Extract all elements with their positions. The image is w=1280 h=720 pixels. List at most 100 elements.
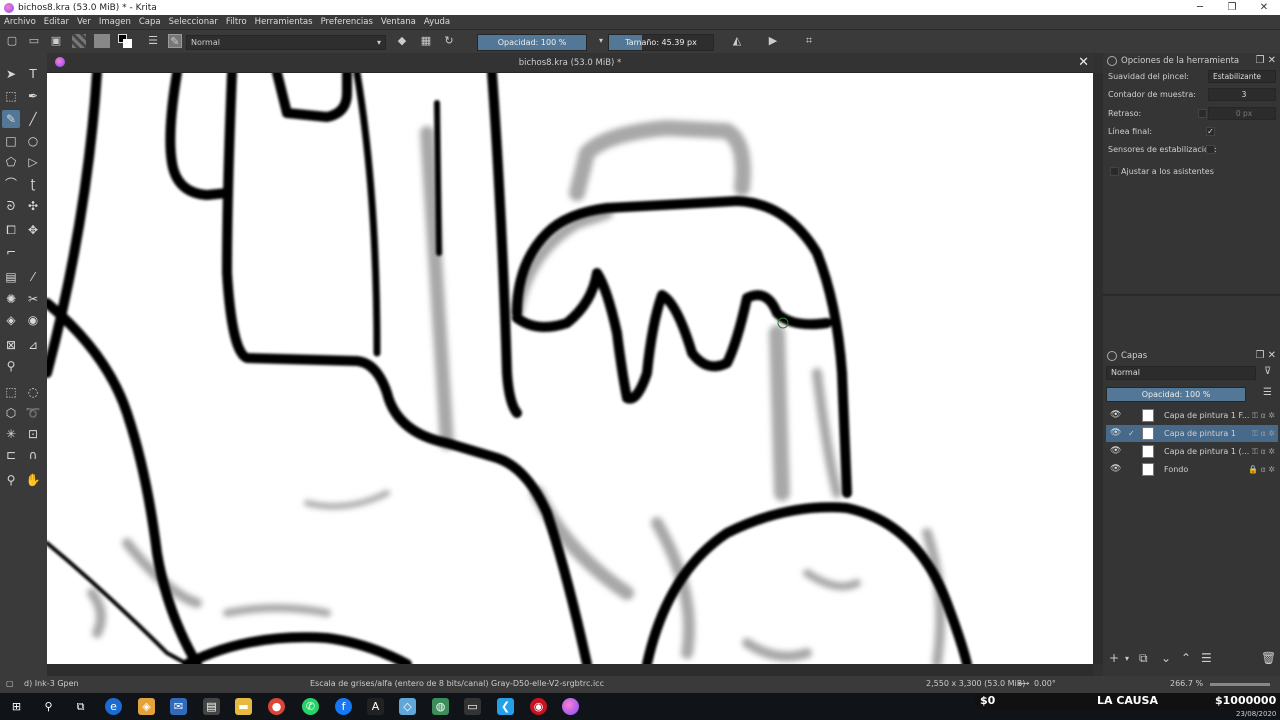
canvas-tab-title[interactable]: bichos8.kra (53.0 MiB) * xyxy=(47,58,1093,68)
ellipse-selection-icon[interactable]: ◌ xyxy=(24,383,42,401)
layer-props-icons[interactable]: ⚿ α ✲ xyxy=(1252,443,1275,460)
layer-props-icons[interactable]: ⚿ α ✲ xyxy=(1252,407,1275,424)
edit-shapes-icon[interactable]: ⬚ xyxy=(2,87,20,105)
status-zoom[interactable]: 266.7 % xyxy=(1170,679,1203,688)
polyline-tool-icon[interactable]: ▷ xyxy=(24,153,42,171)
opacity-slider[interactable]: Opacidad: 100 % xyxy=(477,34,587,51)
smart-patch-icon[interactable]: ✂ xyxy=(24,290,42,308)
affinity-icon[interactable]: A xyxy=(367,698,384,715)
mail-icon[interactable]: ✉ xyxy=(170,698,187,715)
move-tool-icon[interactable]: ✥ xyxy=(24,221,42,239)
reference-images-icon[interactable]: ⚲ xyxy=(2,357,20,375)
mirror-horizontal-icon[interactable]: ◭ xyxy=(730,34,744,48)
fg-bg-color-icon[interactable] xyxy=(118,34,132,48)
color-picker-icon[interactable]: ⁄ xyxy=(24,268,42,286)
layer-row-selected[interactable]: 👁 ✓ Capa de pintura 1 ⚿ α ✲ xyxy=(1106,425,1278,442)
gradient-tool-icon[interactable]: ▤ xyxy=(2,268,20,286)
drawing-canvas[interactable] xyxy=(47,73,1093,664)
chevron-down-icon[interactable]: ▾ xyxy=(594,34,608,48)
assistant-tool-icon[interactable]: ⊠ xyxy=(2,336,20,354)
app-icon[interactable]: ◈ xyxy=(138,698,155,715)
stabilizer-sensors-checkbox[interactable] xyxy=(1206,145,1215,154)
gradient-swatch-icon[interactable] xyxy=(72,34,86,48)
close-document-icon[interactable]: ✕ xyxy=(1078,55,1089,70)
smoothing-select[interactable]: Estabilizante xyxy=(1208,70,1276,83)
finish-line-checkbox[interactable]: ✓ xyxy=(1206,127,1215,136)
menu-filtro[interactable]: Filtro xyxy=(226,17,247,27)
ellipse-tool-icon[interactable]: ○ xyxy=(24,132,42,150)
colorize-mask-icon[interactable]: ✺ xyxy=(2,290,20,308)
size-slider[interactable]: Tamaño: 45.39 px xyxy=(608,34,714,51)
visibility-eye-icon[interactable]: 👁 xyxy=(1110,461,1122,478)
rectangle-tool-icon[interactable]: □ xyxy=(2,132,20,150)
filter-icon[interactable]: ⊽ xyxy=(1264,366,1271,377)
delay-checkbox[interactable] xyxy=(1198,109,1207,118)
polygon-tool-icon[interactable]: ⬠ xyxy=(2,153,20,171)
blend-mode-select[interactable]: Normal xyxy=(186,35,386,50)
krita-taskbar-icon[interactable] xyxy=(562,698,579,715)
menu-editar[interactable]: Editar xyxy=(44,17,69,27)
text-tool-icon[interactable]: T xyxy=(24,65,42,83)
layer-row[interactable]: 👁 Capa de pintura 1 (... ⚿ α ✲ xyxy=(1106,443,1278,460)
transform-tool-icon[interactable]: ⧠ xyxy=(2,221,20,239)
menu-preferencias[interactable]: Preferencias xyxy=(321,17,373,27)
menu-imagen[interactable]: Imagen xyxy=(99,17,131,27)
open-folder-icon[interactable]: ▭ xyxy=(27,34,41,48)
freehand-selection-icon[interactable]: ➰ xyxy=(24,404,42,422)
duplicate-layer-icon[interactable]: ⧉ xyxy=(1139,651,1148,666)
reload-preset-icon[interactable]: ↻ xyxy=(442,34,456,48)
crop-tool-icon[interactable]: ⌐ xyxy=(2,243,20,261)
dynamic-brush-icon[interactable]: ᘐ xyxy=(2,197,20,215)
maximize-icon[interactable]: ❐ xyxy=(1216,0,1248,15)
layer-blend-select[interactable]: Normal xyxy=(1106,366,1256,380)
sample-count-input[interactable]: 3 xyxy=(1208,88,1276,101)
mirror-vertical-icon[interactable]: ▶ xyxy=(766,34,780,48)
layer-opacity-slider[interactable]: Opacidad: 100 % xyxy=(1106,387,1246,402)
vscode-icon[interactable]: ❮ xyxy=(497,698,514,715)
layers-float-close-icons[interactable]: ❐ ✕ xyxy=(1255,348,1276,364)
menu-ayuda[interactable]: Ayuda xyxy=(424,17,450,27)
fill-tool-icon[interactable]: ◈ xyxy=(2,311,20,329)
polygon-selection-icon[interactable]: ⬡ xyxy=(2,404,20,422)
task-view-icon[interactable]: ⧉ xyxy=(72,698,89,715)
wrap-around-icon[interactable]: ⌗ xyxy=(802,34,816,48)
move-layer-up-icon[interactable]: ⌃ xyxy=(1181,651,1191,665)
notes-icon[interactable]: ◇ xyxy=(399,698,416,715)
status-rotation[interactable]: 0.00° xyxy=(1034,679,1056,688)
close-window-icon[interactable]: ✕ xyxy=(1248,0,1280,15)
menu-capa[interactable]: Capa xyxy=(139,17,161,27)
bezier-selection-icon[interactable]: ⊏ xyxy=(2,446,20,464)
eraser-icon[interactable]: ◆ xyxy=(395,34,409,48)
zoom-slider[interactable] xyxy=(1210,683,1270,686)
multibrush-icon[interactable]: ✣ xyxy=(24,197,42,215)
brush-preset-icon[interactable]: ✎ xyxy=(168,34,182,48)
file-explorer-icon[interactable]: ▬ xyxy=(235,698,252,715)
freehand-path-icon[interactable]: ʈ xyxy=(24,175,42,193)
magnetic-selection-icon[interactable]: ∩ xyxy=(24,446,42,464)
vertical-scrollbar[interactable] xyxy=(1093,73,1103,664)
windows-start-icon[interactable]: ⊞ xyxy=(8,698,25,715)
delay-input[interactable]: 0 px xyxy=(1208,107,1276,120)
menu-seleccionar[interactable]: Seleccionar xyxy=(169,17,218,27)
brush-settings-icon[interactable]: ☰ xyxy=(146,34,160,48)
calligraphy-icon[interactable]: ✒ xyxy=(24,87,42,105)
edge-icon[interactable]: e xyxy=(105,698,122,715)
layer-props-icons[interactable]: ⚿ α ✲ xyxy=(1252,425,1275,442)
whatsapp-icon[interactable]: ✆ xyxy=(302,698,319,715)
add-layer-icon[interactable]: + xyxy=(1109,651,1119,665)
rect-selection-icon[interactable]: ⬚ xyxy=(2,383,20,401)
save-icon[interactable]: ▣ xyxy=(49,34,63,48)
docker-splitter[interactable] xyxy=(1103,294,1280,296)
select-shapes-icon[interactable]: ➤ xyxy=(2,65,20,83)
menu-ver[interactable]: Ver xyxy=(77,17,91,27)
terminal-icon[interactable]: ▭ xyxy=(464,698,481,715)
visibility-eye-icon[interactable]: 👁 xyxy=(1110,425,1122,442)
freehand-brush-icon[interactable]: ✎ xyxy=(2,110,20,128)
chrome-icon[interactable]: ● xyxy=(268,698,285,715)
alpha-lock-icon[interactable]: ▦ xyxy=(419,34,433,48)
zoom-tool-icon[interactable]: ⚲ xyxy=(2,471,20,489)
obs-icon[interactable]: ◉ xyxy=(530,698,547,715)
enclose-fill-icon[interactable]: ◉ xyxy=(24,311,42,329)
layer-menu-icon[interactable]: ☰ xyxy=(1263,387,1272,398)
pan-tool-icon[interactable]: ✋ xyxy=(24,471,42,489)
